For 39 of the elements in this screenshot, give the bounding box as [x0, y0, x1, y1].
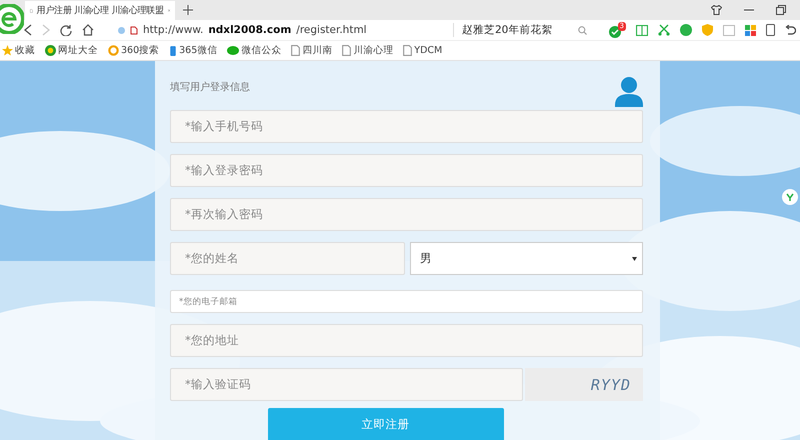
restore-icon[interactable] [776, 5, 786, 15]
back-icon[interactable] [24, 24, 32, 36]
side-float-icon[interactable] [782, 189, 798, 205]
star-icon [2, 45, 13, 56]
captcha-image[interactable]: RYYD [525, 368, 643, 402]
address-field[interactable]: http://www.ndxl2008.com/register.html [118, 24, 398, 36]
undo-icon[interactable] [785, 24, 796, 36]
bookmark-item[interactable]: YDCM [403, 45, 442, 56]
bookmark-item[interactable]: 微信公众 [227, 44, 282, 57]
new-tab-icon[interactable] [183, 5, 193, 15]
bookmark-item[interactable]: 365微信 [169, 44, 218, 57]
gender-dropdown[interactable]: 男 [410, 242, 643, 276]
search-field[interactable]: 赵雅芝20年前花絮 [453, 23, 587, 37]
bookmark-item[interactable]: 网址大全 [45, 44, 98, 57]
shirt-icon[interactable] [711, 5, 722, 15]
circle-icon[interactable] [680, 24, 692, 36]
book-icon[interactable] [636, 24, 648, 36]
page-icon [403, 45, 412, 56]
page-icon [130, 26, 138, 34]
bookmark-item[interactable]: 四川南 [291, 44, 332, 57]
apps-icon[interactable] [745, 24, 756, 36]
page-icon [342, 45, 352, 56]
input-field[interactable]: *您的电子邮箱 [170, 290, 643, 314]
ring-icon [108, 45, 119, 56]
bookmark-item[interactable]: 川渝心理 [342, 44, 394, 57]
site-dot-icon [118, 26, 125, 34]
tablet-icon[interactable] [766, 24, 775, 36]
search-icon[interactable] [578, 26, 587, 34]
bookmark-item[interactable]: 收藏 [2, 44, 35, 57]
bottle-icon [169, 45, 178, 56]
globe-icon [45, 45, 56, 56]
chat-icon [227, 45, 240, 56]
form-subtitle: 填写用户登录信息 [170, 80, 250, 94]
bookmark-item[interactable]: 360搜索 [108, 44, 160, 57]
home-icon[interactable] [82, 24, 94, 36]
page-icon [291, 45, 300, 56]
scissors-icon[interactable] [658, 24, 670, 36]
user-icon [615, 77, 643, 107]
reload-icon[interactable] [60, 24, 72, 36]
